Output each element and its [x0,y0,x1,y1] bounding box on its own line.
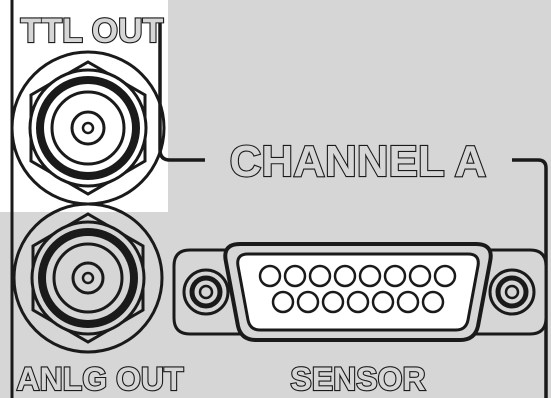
sensor-label: SENSOR [290,361,425,397]
sensor-left-screw [182,268,230,316]
ttl-out-bnc-connector [10,50,166,206]
sensor-right-screw [488,268,536,316]
rear-panel: TTL OUT CHANNEL A ANLG OUT SENSOR [0,0,551,398]
sensor-db15-connector [172,242,548,342]
anlg-out-bnc-connector [12,202,164,354]
ttl-out-label: TTL OUT [21,12,164,50]
anlg-out-label: ANLG OUT [16,361,184,397]
rear-panel-diagram: TTL OUT CHANNEL A ANLG OUT SENSOR [0,0,548,398]
channel-a-label: CHANNEL A [230,137,487,186]
